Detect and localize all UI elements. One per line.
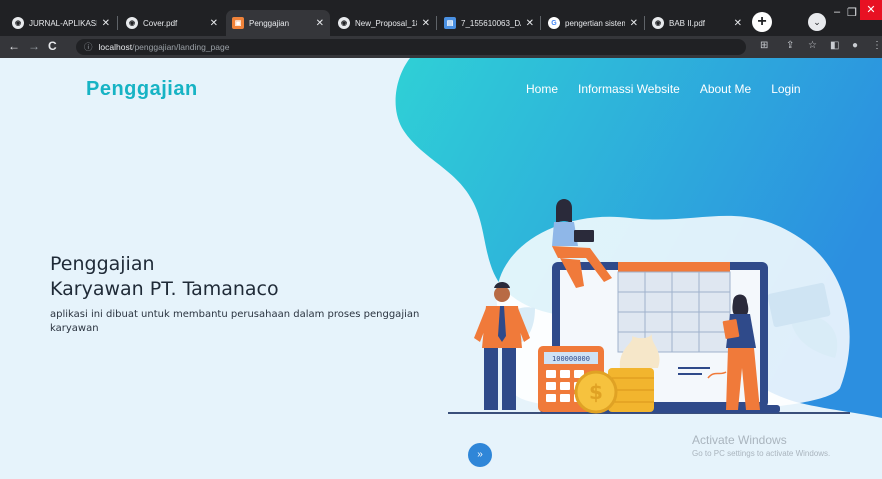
site-info-icon[interactable]: ⓘ <box>84 41 93 53</box>
close-tab-icon[interactable]: ✕ <box>526 18 534 29</box>
hero-title: Penggajian Karyawan PT. Tamanaco <box>50 252 279 302</box>
browser-tab[interactable]: ◉ New_Proposal_18 ✕ <box>332 10 436 36</box>
close-tab-icon[interactable]: ✕ <box>210 18 218 29</box>
calculator-display-text: 100000000 <box>552 355 590 363</box>
browser-tab-strip: ◉ JURNAL-APLIKASI ✕ ◉ Cover.pdf ✕ ▣ Peng… <box>0 0 882 36</box>
close-tab-icon[interactable]: ✕ <box>734 18 742 29</box>
dollar-sign-icon: $ <box>589 380 603 404</box>
browser-tab[interactable]: ◉ JURNAL-APLIKASI ✕ <box>6 10 116 36</box>
profile-icon[interactable]: ● <box>852 40 858 51</box>
menu-icon[interactable]: ⋮ <box>872 40 882 51</box>
tab-label: Cover.pdf <box>143 18 178 28</box>
address-bar[interactable]: ⓘ localhost/penggajian/landing_page <box>76 39 746 55</box>
tab-label: Penggajian <box>249 18 290 28</box>
tab-separator <box>540 16 541 30</box>
tab-label: New_Proposal_18 <box>355 18 417 28</box>
main-nav: Home Informassi Website About Me Login <box>526 82 801 96</box>
tab-label: pengertian sistem <box>565 18 625 28</box>
close-tab-icon[interactable]: ✕ <box>630 18 638 29</box>
tab-search-icon[interactable]: ⌄ <box>808 13 826 31</box>
browser-tab[interactable]: ▤ 7_155610063_DAF ✕ <box>438 10 540 36</box>
globe-icon: ◉ <box>12 17 24 29</box>
browser-tab[interactable]: ◉ Cover.pdf ✕ <box>120 10 224 36</box>
share-icon[interactable]: ⇪ <box>786 40 794 51</box>
close-tab-icon[interactable]: ✕ <box>102 18 110 29</box>
watermark-line1: Activate Windows <box>692 433 787 447</box>
payroll-illustration: 100000000 $ <box>448 199 850 414</box>
globe-icon: ◉ <box>652 17 664 29</box>
forward-icon[interactable]: → <box>28 39 40 53</box>
minimize-icon[interactable]: – <box>834 6 840 18</box>
nav-login-link[interactable]: Login <box>771 82 800 96</box>
watermark-line2: Go to PC settings to activate Windows. <box>692 449 831 458</box>
bookmark-star-icon[interactable]: ☆ <box>808 40 817 51</box>
url-path: /penggajian/landing_page <box>132 42 230 52</box>
browser-tab[interactable]: G pengertian sistem ✕ <box>542 10 644 36</box>
windows-activation-watermark: Activate Windows Go to PC settings to ac… <box>692 433 830 458</box>
new-tab-button[interactable]: + <box>752 12 772 32</box>
tab-separator <box>117 16 118 30</box>
globe-icon: ◉ <box>126 17 138 29</box>
brand-logo[interactable]: Penggajian <box>86 78 198 101</box>
close-tab-icon[interactable]: ✕ <box>316 18 324 29</box>
browser-tab[interactable]: ◉ BAB II.pdf ✕ <box>646 10 748 36</box>
sheet-header <box>618 262 730 272</box>
reload-icon[interactable]: C <box>48 39 57 53</box>
app-icon: ▣ <box>232 17 244 29</box>
tab-label: BAB II.pdf <box>669 18 706 28</box>
tab-separator <box>436 16 437 30</box>
tab-separator <box>644 16 645 30</box>
scroll-down-button[interactable]: » <box>468 443 492 467</box>
double-chevron-down-icon: » <box>477 449 483 460</box>
tab-label: JURNAL-APLIKASI <box>29 18 97 28</box>
hero-title-line2: Karyawan PT. Tamanaco <box>50 278 279 300</box>
globe-icon: ◉ <box>338 17 350 29</box>
window-close-button[interactable]: ✕ <box>860 0 882 20</box>
hero-title-line1: Penggajian <box>50 253 155 275</box>
nav-home-link[interactable]: Home <box>526 82 558 96</box>
nav-informasi-link[interactable]: Informassi Website <box>578 82 680 96</box>
nav-about-link[interactable]: About Me <box>700 82 751 96</box>
browser-tab-active[interactable]: ▣ Penggajian ✕ <box>226 10 330 36</box>
translate-icon[interactable]: ⊞ <box>760 40 768 51</box>
close-tab-icon[interactable]: ✕ <box>422 18 430 29</box>
tab-label: 7_155610063_DAF <box>461 18 521 28</box>
hero-subtitle: aplikasi ini dibuat untuk membantu perus… <box>50 309 420 334</box>
google-icon: G <box>548 17 560 29</box>
landing-page: Penggajian Home Informassi Website About… <box>0 58 882 479</box>
back-icon[interactable]: ← <box>8 39 20 53</box>
url-host: localhost <box>98 42 133 52</box>
restore-icon[interactable]: ❐ <box>847 6 857 19</box>
side-panel-icon[interactable]: ◧ <box>830 40 839 51</box>
browser-toolbar: ← → C ⓘ localhost/penggajian/landing_pag… <box>0 36 882 58</box>
document-icon: ▤ <box>444 17 456 29</box>
